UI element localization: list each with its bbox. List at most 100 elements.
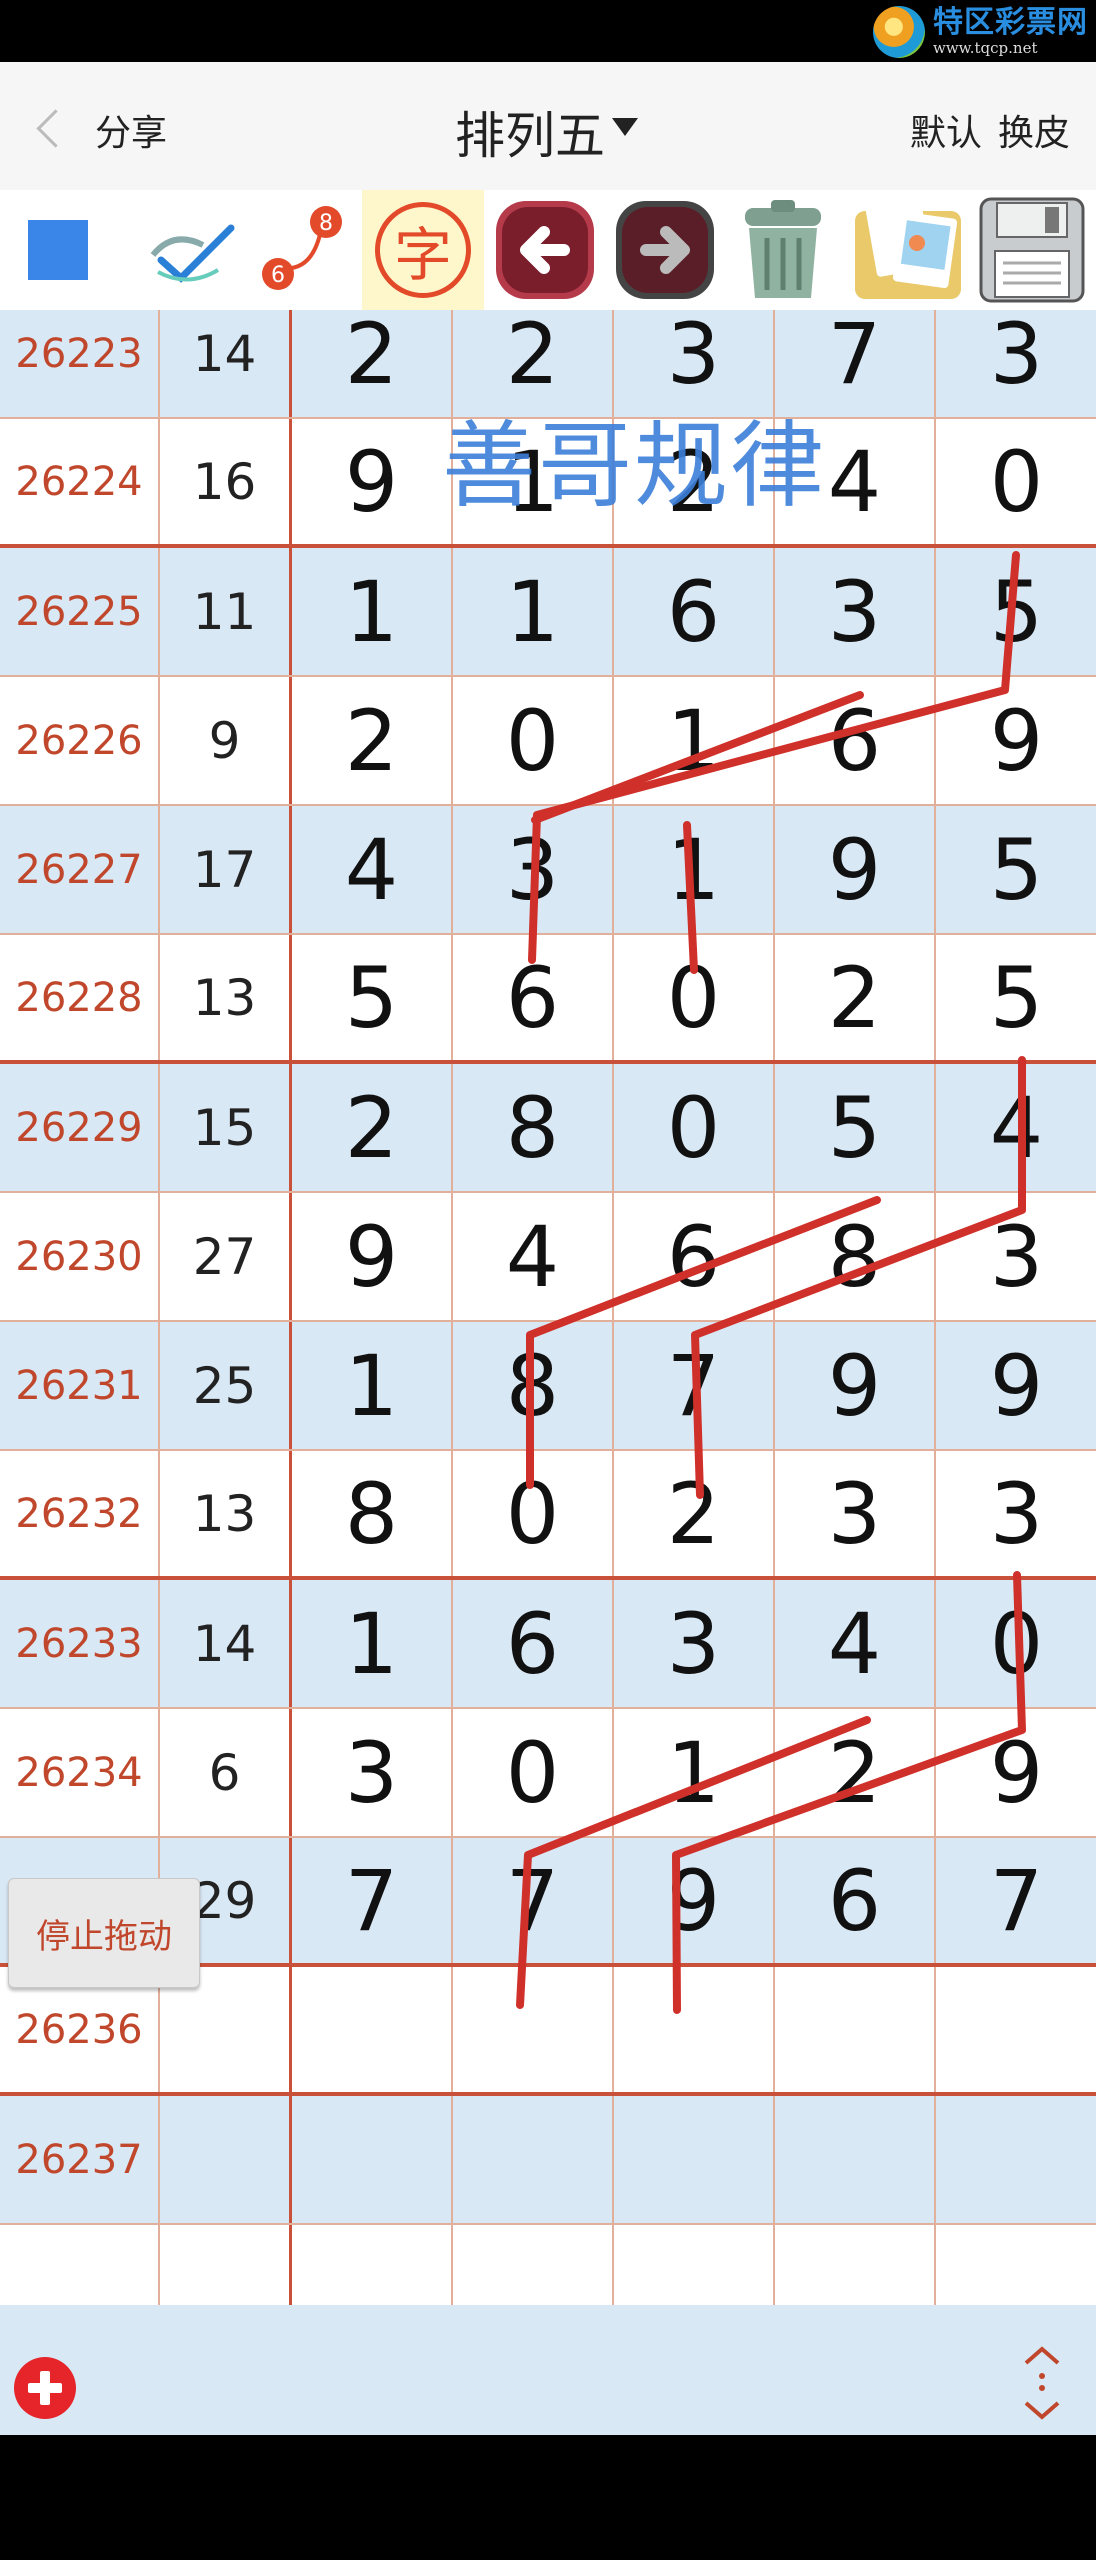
digit-cell[interactable]: 9 (292, 1193, 453, 1320)
digit-cell[interactable] (614, 2096, 775, 2223)
digit-cell[interactable]: 0 (936, 1580, 1096, 1707)
digit-cell[interactable]: 6 (453, 935, 614, 1060)
digit-cell[interactable]: 3 (614, 310, 775, 417)
expand-vertical-icon[interactable] (1012, 2343, 1072, 2423)
digit-cell[interactable] (775, 2096, 936, 2223)
skin-button[interactable]: 换皮 (998, 104, 1070, 156)
table-row[interactable] (0, 2225, 1096, 2305)
digit-cell[interactable] (775, 1967, 936, 2092)
digit-cell[interactable]: 0 (936, 419, 1096, 544)
add-icon[interactable] (14, 2357, 76, 2419)
digit-cell[interactable]: 2 (775, 935, 936, 1060)
digit-cell[interactable] (292, 2096, 453, 2223)
digit-cell[interactable] (453, 1967, 614, 2092)
digit-cell[interactable]: 2 (292, 1064, 453, 1191)
trash-tool[interactable] (724, 190, 842, 310)
digit-cell[interactable] (453, 2225, 614, 2305)
text-tool[interactable]: 字 (362, 190, 484, 310)
table-row[interactable]: 26230 27 9 4 6 8 3 (0, 1193, 1096, 1322)
digit-cell[interactable] (292, 1967, 453, 2092)
digit-cell[interactable]: 8 (292, 1451, 453, 1576)
digit-cell[interactable]: 7 (775, 310, 936, 417)
table-row[interactable]: 26226 9 2 0 1 6 9 (0, 677, 1096, 806)
dropdown-arrow-icon[interactable] (612, 118, 638, 136)
digit-cell[interactable]: 1 (292, 548, 453, 675)
digit-cell[interactable] (292, 2225, 453, 2305)
digit-cell[interactable]: 8 (453, 1322, 614, 1449)
digit-cell[interactable]: 2 (614, 419, 775, 544)
table-row[interactable]: 26224 16 9 1 2 4 0 (0, 419, 1096, 548)
digit-cell[interactable]: 9 (614, 1838, 775, 1963)
digit-cell[interactable]: 3 (936, 1451, 1096, 1576)
digit-cell[interactable]: 5 (936, 935, 1096, 1060)
digit-cell[interactable]: 1 (614, 677, 775, 804)
digit-cell[interactable]: 6 (614, 548, 775, 675)
digit-cell[interactable]: 2 (775, 1709, 936, 1836)
table-row[interactable]: 26227 17 4 3 1 9 5 (0, 806, 1096, 935)
digit-cell[interactable]: 9 (292, 419, 453, 544)
digit-cell[interactable] (936, 1967, 1096, 2092)
digit-cell[interactable]: 4 (936, 1064, 1096, 1191)
digit-cell[interactable]: 4 (292, 806, 453, 933)
digit-cell[interactable]: 1 (292, 1322, 453, 1449)
digit-cell[interactable]: 3 (936, 1193, 1096, 1320)
digit-cell[interactable]: 5 (775, 1064, 936, 1191)
digit-cell[interactable]: 0 (614, 935, 775, 1060)
digit-cell[interactable]: 9 (936, 1322, 1096, 1449)
digit-cell[interactable]: 8 (775, 1193, 936, 1320)
digit-cell[interactable]: 5 (292, 935, 453, 1060)
digit-cell[interactable]: 2 (292, 677, 453, 804)
table-row[interactable]: 26234 6 3 0 1 2 9 (0, 1709, 1096, 1838)
digit-cell[interactable]: 3 (614, 1580, 775, 1707)
digit-cell[interactable]: 4 (453, 1193, 614, 1320)
table-row[interactable]: 26231 25 1 8 7 9 9 (0, 1322, 1096, 1451)
digit-cell[interactable]: 6 (775, 677, 936, 804)
table-row[interactable]: 26233 14 1 6 3 4 0 (0, 1580, 1096, 1709)
digit-cell[interactable]: 3 (292, 1709, 453, 1836)
digit-cell[interactable] (614, 1967, 775, 2092)
digit-cell[interactable]: 3 (936, 310, 1096, 417)
digit-cell[interactable]: 6 (775, 1838, 936, 1963)
share-label[interactable]: 分享 (95, 104, 167, 156)
back-button[interactable] (30, 98, 100, 158)
redo-tool[interactable] (610, 190, 720, 310)
digit-cell[interactable]: 5 (936, 548, 1096, 675)
lottery-grid[interactable]: 26223 14 2 2 3 7 3 26224 16 9 1 2 4 0 26225 11 1 1 6 3 5 2622… (0, 310, 1096, 2305)
stop-drag-button[interactable]: 停止拖动 (8, 1878, 200, 1988)
table-row[interactable]: 26229 15 2 8 0 5 4 (0, 1064, 1096, 1193)
digit-cell[interactable]: 4 (775, 419, 936, 544)
digit-cell[interactable]: 9 (936, 1709, 1096, 1836)
digit-cell[interactable]: 6 (614, 1193, 775, 1320)
digit-cell[interactable]: 2 (292, 310, 453, 417)
digit-cell[interactable]: 1 (292, 1580, 453, 1707)
table-row[interactable]: 26232 13 8 0 2 3 3 (0, 1451, 1096, 1580)
digit-cell[interactable]: 9 (936, 677, 1096, 804)
digit-cell[interactable]: 1 (614, 806, 775, 933)
digit-cell[interactable]: 0 (614, 1064, 775, 1191)
digit-cell[interactable]: 9 (775, 1322, 936, 1449)
table-row[interactable]: 26223 14 2 2 3 7 3 (0, 310, 1096, 419)
digit-cell[interactable]: 1 (453, 419, 614, 544)
digit-cell[interactable]: 3 (775, 548, 936, 675)
digit-cell[interactable]: 2 (453, 310, 614, 417)
digit-cell[interactable]: 0 (453, 1709, 614, 1836)
photos-tool[interactable] (846, 190, 970, 310)
pen-check-tool[interactable] (138, 190, 248, 310)
digit-cell[interactable]: 1 (614, 1709, 775, 1836)
digit-cell[interactable]: 2 (614, 1451, 775, 1576)
page-title[interactable]: 排列五 (455, 96, 605, 168)
digit-cell[interactable]: 3 (453, 806, 614, 933)
digit-cell[interactable]: 3 (775, 1451, 936, 1576)
digit-cell[interactable]: 9 (775, 806, 936, 933)
number-link-tool[interactable]: 6 8 (252, 190, 352, 310)
digit-cell[interactable]: 7 (614, 1322, 775, 1449)
table-row[interactable]: 26225 11 1 1 6 3 5 (0, 548, 1096, 677)
digit-cell[interactable]: 7 (936, 1838, 1096, 1963)
digit-cell[interactable]: 5 (936, 806, 1096, 933)
digit-cell[interactable] (936, 2096, 1096, 2223)
undo-tool[interactable] (490, 190, 600, 310)
default-button[interactable]: 默认 (910, 104, 982, 156)
digit-cell[interactable]: 0 (453, 677, 614, 804)
digit-cell[interactable]: 6 (453, 1580, 614, 1707)
digit-cell[interactable] (453, 2096, 614, 2223)
